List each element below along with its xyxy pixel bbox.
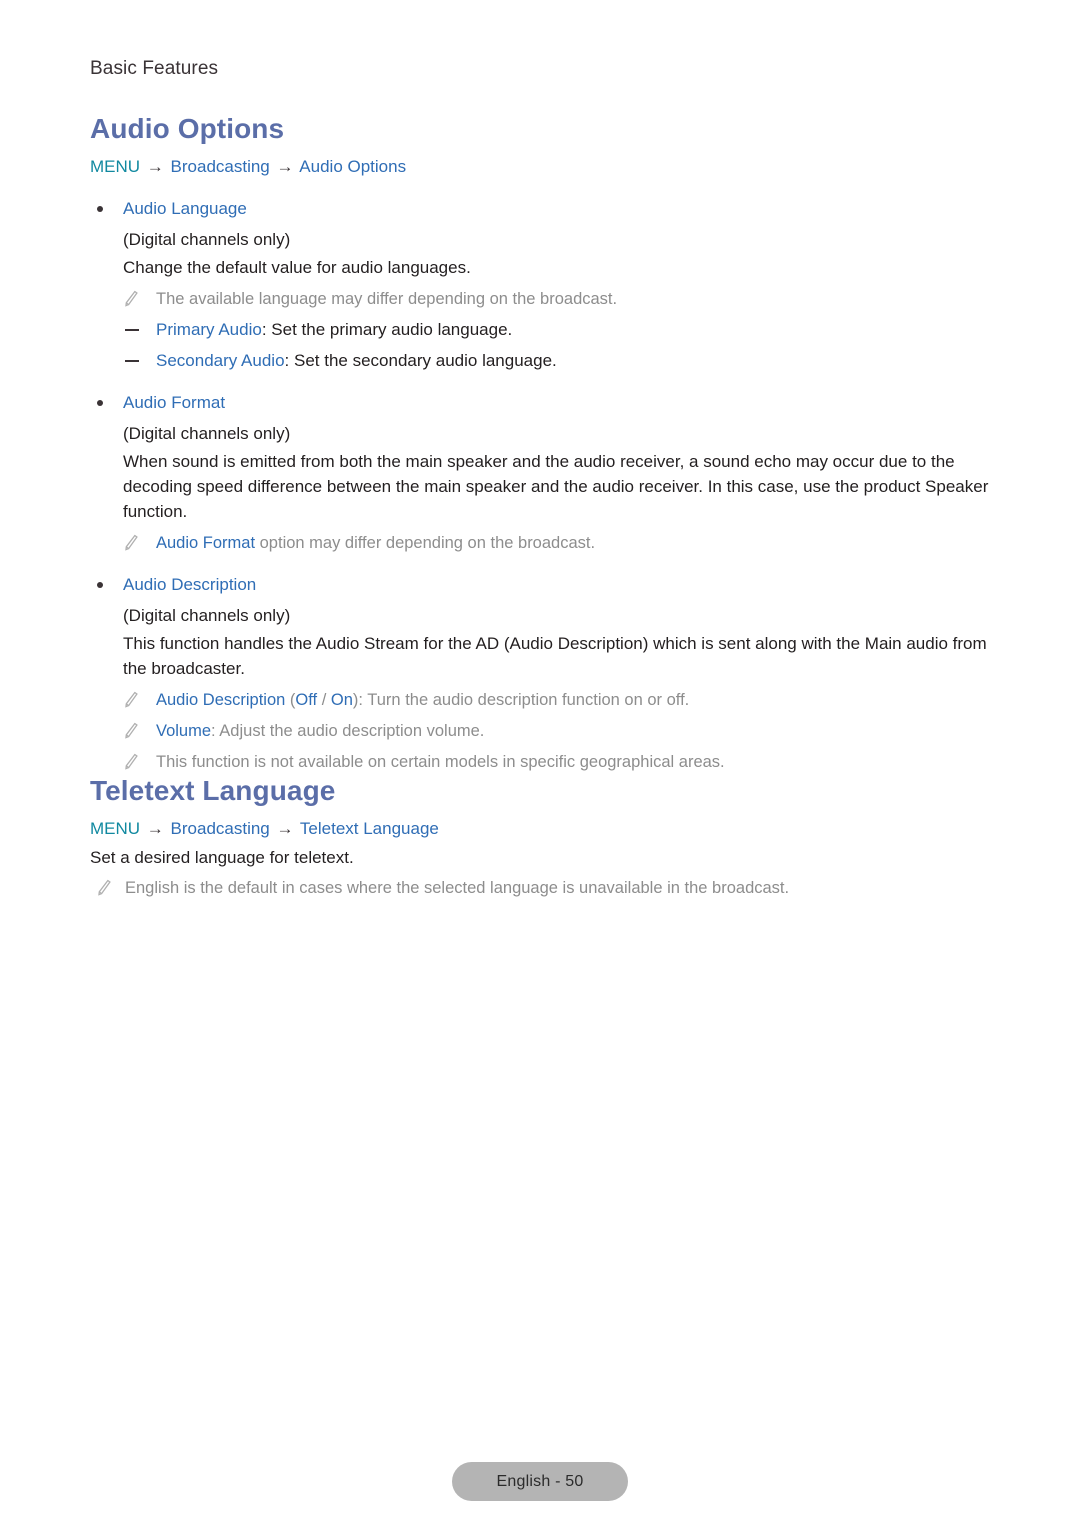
note-text: English is the default in cases where th… xyxy=(125,879,790,897)
note-line: Volume: Adjust the audio description vol… xyxy=(123,719,995,743)
note-text: This function is not available on certai… xyxy=(156,753,725,771)
arrow-right-icon: → xyxy=(146,157,164,176)
sub-item-term: Primary Audio xyxy=(156,320,262,339)
menu-node-broadcasting: Broadcasting xyxy=(170,157,270,176)
option-title-audio-format: Audio Format xyxy=(123,393,226,412)
sub-item-term: Secondary Audio xyxy=(156,351,285,370)
content-column: Audio Options MENU → Broadcasting → Audi… xyxy=(90,112,995,900)
option-title-audio-language: Audio Language xyxy=(123,199,247,218)
menu-path-teletext-language: MENU → Broadcasting → Teletext Language xyxy=(90,817,995,841)
note-term: Audio Description xyxy=(156,691,286,709)
option-description: Change the default value for audio langu… xyxy=(123,258,471,277)
pencil-icon xyxy=(125,722,138,739)
sub-item-text: : Set the secondary audio language. xyxy=(284,351,557,370)
note-paren-open: ( xyxy=(285,691,296,709)
section-title-teletext-language: Teletext Language xyxy=(90,775,336,806)
pencil-icon xyxy=(125,691,138,708)
section-title-audio-options: Audio Options xyxy=(90,113,285,144)
option-description: When sound is emitted from both the main… xyxy=(123,452,989,521)
option-qualifier: (Digital channels only) xyxy=(123,606,291,625)
dash-marker-icon xyxy=(125,329,139,331)
pencil-icon xyxy=(125,534,138,551)
note-term: Volume xyxy=(156,722,212,740)
manual-page: Basic Features Audio Options MENU → Broa… xyxy=(0,0,1080,1534)
pencil-icon xyxy=(98,879,111,896)
note-text: The available language may differ depend… xyxy=(156,290,618,308)
arrow-right-icon: → xyxy=(146,819,164,838)
note-line: Audio Format option may differ depending… xyxy=(123,531,995,555)
sub-item: Primary Audio: Set the primary audio lan… xyxy=(123,318,995,342)
bullet-dot-icon xyxy=(97,582,103,588)
menu-node-teletext-language: Teletext Language xyxy=(299,819,439,838)
note-option-separator: / xyxy=(317,691,331,709)
note-term: Audio Format xyxy=(156,534,256,552)
sub-item: Secondary Audio: Set the secondary audio… xyxy=(123,349,995,373)
bullet-dot-icon xyxy=(97,400,103,406)
menu-node-audio-options: Audio Options xyxy=(299,157,407,176)
pencil-icon xyxy=(125,290,138,307)
note-line: Audio Description (Off / On): Turn the a… xyxy=(123,688,995,712)
menu-root-label: MENU xyxy=(90,819,141,838)
option-description: This function handles the Audio Stream f… xyxy=(123,634,987,678)
option-qualifier: (Digital channels only) xyxy=(123,230,291,249)
sub-item-text: : Set the primary audio language. xyxy=(261,320,513,339)
pencil-icon xyxy=(125,753,138,770)
note-line: English is the default in cases where th… xyxy=(90,876,995,900)
dash-marker-icon xyxy=(125,360,139,362)
option-title-audio-description: Audio Description xyxy=(123,575,257,594)
list-item: Audio Format xyxy=(90,391,995,415)
menu-path-audio-options: MENU → Broadcasting → Audio Options xyxy=(90,155,995,179)
note-text: option may differ depending on the broad… xyxy=(255,534,596,552)
menu-root-label: MENU xyxy=(90,157,141,176)
note-option-off: Off xyxy=(295,691,318,709)
running-head: Basic Features xyxy=(90,58,219,79)
arrow-right-icon: → xyxy=(276,157,294,176)
note-option-on: On xyxy=(330,691,353,709)
option-qualifier: (Digital channels only) xyxy=(123,424,291,443)
arrow-right-icon: → xyxy=(276,819,294,838)
list-item: Audio Language xyxy=(90,197,995,221)
bullet-dot-icon xyxy=(97,206,103,212)
note-text: : Turn the audio description function on… xyxy=(358,691,690,709)
page-indicator: English - 50 xyxy=(452,1462,628,1501)
page-indicator-label: English - 50 xyxy=(496,1472,584,1490)
note-line: The available language may differ depend… xyxy=(123,287,995,311)
section-description: Set a desired language for teletext. xyxy=(90,848,354,867)
menu-node-broadcasting: Broadcasting xyxy=(170,819,270,838)
note-text: : Adjust the audio description volume. xyxy=(211,722,485,740)
list-item: Audio Description xyxy=(90,573,995,597)
note-line: This function is not available on certai… xyxy=(123,750,995,774)
